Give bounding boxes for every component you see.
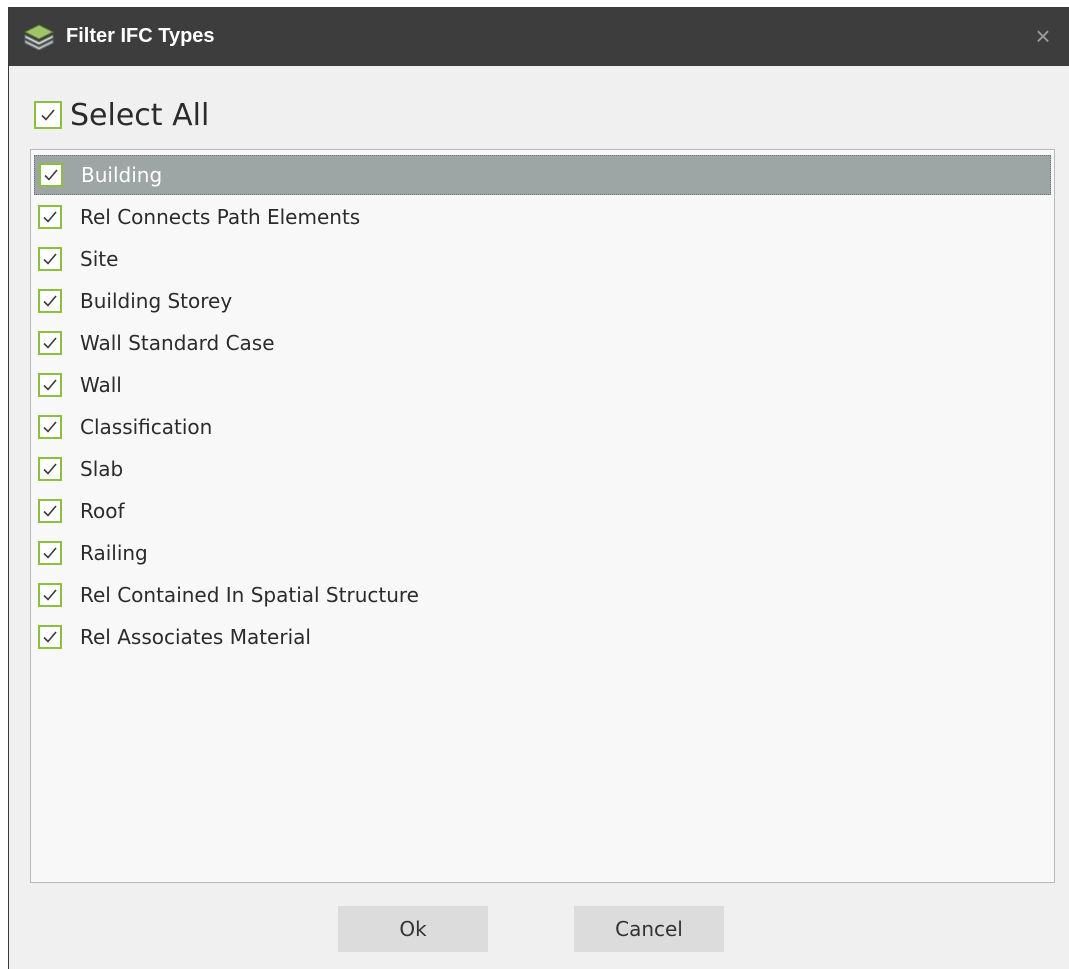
list-item[interactable]: Classification [34, 407, 1051, 447]
list-item[interactable]: Wall [34, 365, 1051, 405]
list-item[interactable]: Rel Contained In Spatial Structure [34, 575, 1051, 615]
list-item[interactable]: Building [34, 155, 1051, 195]
window-title: Filter IFC Types [66, 25, 215, 47]
checkbox-check-icon[interactable] [38, 373, 62, 397]
checkbox-check-icon[interactable] [34, 101, 62, 129]
checkbox-check-icon[interactable] [38, 583, 62, 607]
checkbox-check-icon[interactable] [38, 247, 62, 271]
list-item-label: Slab [80, 457, 124, 481]
checkbox-check-icon[interactable] [38, 541, 62, 565]
select-all-label: Select All [70, 97, 210, 133]
checkbox-check-icon[interactable] [38, 289, 62, 313]
list-item[interactable]: Building Storey [34, 281, 1051, 321]
list-item-label: Roof [80, 499, 125, 523]
checkbox-check-icon[interactable] [38, 205, 62, 229]
ok-button[interactable]: Ok [338, 906, 488, 952]
list-item[interactable]: Railing [34, 533, 1051, 573]
list-item[interactable]: Rel Associates Material [34, 617, 1051, 657]
list-item-label: Site [80, 247, 119, 271]
list-item[interactable]: Site [34, 239, 1051, 279]
checkbox-check-icon[interactable] [38, 331, 62, 355]
list-item-label: Rel Contained In Spatial Structure [80, 583, 419, 607]
close-icon[interactable]: × [1026, 19, 1060, 53]
list-item[interactable]: Slab [34, 449, 1051, 489]
filter-ifc-types-dialog: Filter IFC Types × Select All Building Re… [8, 7, 1069, 969]
checkbox-check-icon[interactable] [38, 499, 62, 523]
checkbox-check-icon[interactable] [38, 625, 62, 649]
cancel-button[interactable]: Cancel [574, 906, 724, 952]
select-all-checkbox[interactable]: Select All [34, 97, 210, 133]
ifc-type-list[interactable]: Building Rel Connects Path Elements Site Bu… [30, 149, 1055, 883]
list-item-label: Wall [80, 373, 122, 397]
layers-icon [23, 24, 55, 51]
checkbox-check-icon[interactable] [38, 457, 62, 481]
list-item-label: Building [81, 163, 163, 187]
list-item-label: Rel Associates Material [80, 625, 311, 649]
list-item-label: Wall Standard Case [80, 331, 275, 355]
list-item-label: Railing [80, 541, 148, 565]
checkbox-check-icon[interactable] [39, 163, 63, 187]
list-item[interactable]: Wall Standard Case [34, 323, 1051, 363]
list-item[interactable]: Roof [34, 491, 1051, 531]
list-item-label: Building Storey [80, 289, 233, 313]
list-item[interactable]: Rel Connects Path Elements [34, 197, 1051, 237]
list-item-label: Classification [80, 415, 213, 439]
list-item-label: Rel Connects Path Elements [80, 205, 361, 229]
checkbox-check-icon[interactable] [38, 415, 62, 439]
title-bar: Filter IFC Types × [9, 7, 1069, 66]
